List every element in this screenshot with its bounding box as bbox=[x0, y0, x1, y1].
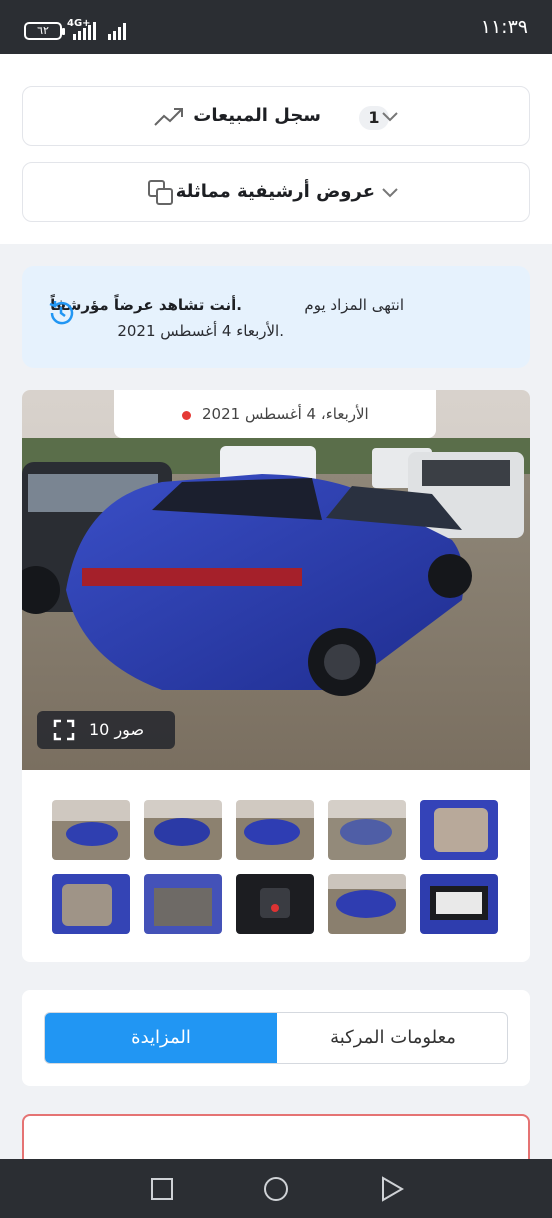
signal-icon bbox=[73, 22, 96, 40]
thumbnail[interactable] bbox=[328, 874, 406, 934]
sale-date-label: الأربعاء، 4 أغسطس 2021 bbox=[202, 405, 369, 423]
tab-auction[interactable]: المزايدة bbox=[45, 1013, 277, 1063]
thumbnail[interactable] bbox=[236, 874, 314, 934]
vehicle-gallery: الأربعاء، 4 أغسطس 2021 10 صور bbox=[22, 390, 530, 962]
thumbnail[interactable] bbox=[420, 800, 498, 860]
similar-archived-row[interactable]: عروض أرشيفية مماثلة bbox=[22, 162, 530, 222]
thumbnail[interactable] bbox=[328, 800, 406, 860]
live-dot bbox=[182, 411, 191, 420]
auction-end-date: الأربعاء 4 أغسطس 2021. bbox=[117, 322, 284, 340]
fullscreen-icon bbox=[53, 719, 75, 745]
recents-button[interactable] bbox=[150, 1177, 174, 1205]
sale-date-chip: الأربعاء، 4 أغسطس 2021 bbox=[114, 390, 436, 438]
clock: ١١:٣٩ bbox=[480, 16, 528, 38]
trending-up-icon bbox=[153, 105, 185, 133]
home-button[interactable] bbox=[262, 1175, 290, 1207]
thumbnail[interactable] bbox=[144, 874, 222, 934]
tab-vehicle-info[interactable]: معلومات المركبة bbox=[277, 1013, 507, 1063]
thumbnail[interactable] bbox=[236, 800, 314, 860]
photo-count-chip[interactable]: 10 صور bbox=[37, 711, 175, 749]
detail-tabs-card: المزايدة معلومات المركبة bbox=[22, 990, 530, 1086]
thumbnail[interactable] bbox=[144, 800, 222, 860]
history-section: سجل المبيعات 1 عروض أرشيفية مماثلة bbox=[0, 54, 552, 244]
photo-count: 10 صور bbox=[89, 720, 145, 739]
sales-history-row[interactable]: سجل المبيعات 1 bbox=[22, 86, 530, 146]
copy-icon bbox=[147, 179, 175, 211]
chevron-down-icon bbox=[381, 183, 399, 205]
similar-archived-label: عروض أرشيفية مماثلة bbox=[175, 181, 375, 202]
thumbnail[interactable] bbox=[52, 800, 130, 860]
tab-group: المزايدة معلومات المركبة bbox=[44, 1012, 508, 1064]
thumbnail[interactable] bbox=[420, 874, 498, 934]
battery-indicator: ٦٢ bbox=[24, 22, 65, 40]
signal-icon bbox=[108, 22, 126, 40]
status-bar: ٦٢ 4G+ ١١:٣٩ bbox=[0, 0, 552, 54]
back-button[interactable] bbox=[380, 1176, 404, 1206]
archived-notice: انتهى المزاد يوم أنت تشاهد عرضاً مؤرشفاً… bbox=[22, 266, 530, 368]
thumbnail[interactable] bbox=[52, 874, 130, 934]
system-navigation-bar bbox=[0, 1159, 552, 1218]
chevron-down-icon bbox=[381, 107, 399, 129]
sales-history-label: سجل المبيعات bbox=[193, 105, 321, 126]
auction-ended-text: انتهى المزاد يوم bbox=[304, 296, 404, 314]
archived-listing-text: أنت تشاهد عرضاً مؤرشفاً. bbox=[50, 296, 242, 314]
history-icon bbox=[46, 298, 76, 332]
